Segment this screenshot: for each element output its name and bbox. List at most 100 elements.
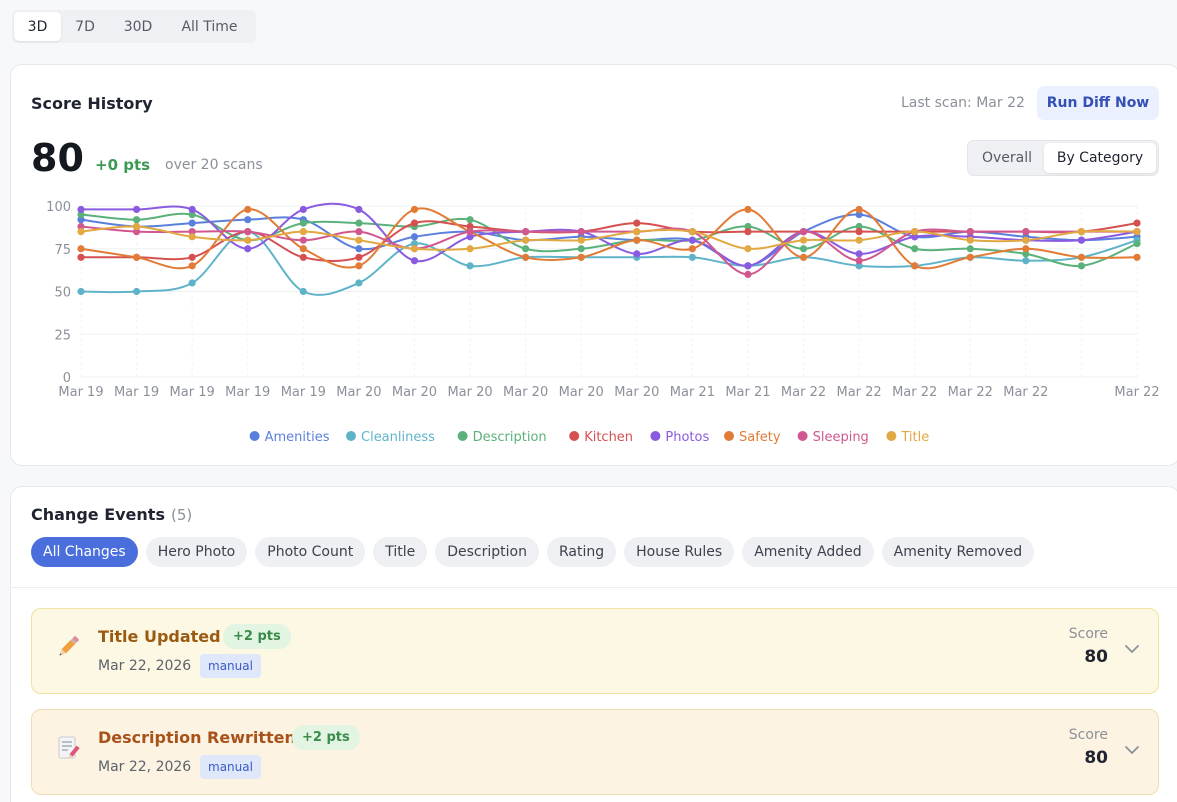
- event-tag: manual: [200, 755, 261, 779]
- data-point-kitchen: [299, 253, 307, 261]
- legend-label-description: Description: [473, 430, 547, 445]
- legend-label-kitchen: Kitchen: [584, 430, 633, 445]
- legend-label-cleanliness: Cleanliness: [361, 430, 435, 445]
- range-tab-3d[interactable]: 3D: [14, 12, 61, 41]
- filter-house-rules[interactable]: House Rules: [624, 537, 735, 567]
- event-score-label: Score: [1068, 727, 1108, 743]
- range-tab-all-time[interactable]: All Time: [167, 12, 252, 41]
- score-history-card: Score History Last scan: Mar 22 Run Diff…: [10, 64, 1177, 466]
- data-point-photos: [744, 262, 752, 270]
- filter-hero-photo[interactable]: Hero Photo: [145, 537, 248, 567]
- data-point-safety: [744, 205, 752, 214]
- data-point-title: [355, 236, 363, 244]
- legend-label-amenities: Amenities: [265, 430, 330, 445]
- data-point-title: [132, 222, 141, 231]
- data-point-description: [911, 245, 919, 253]
- data-point-safety: [1077, 253, 1086, 261]
- data-point-cleanliness: [77, 287, 85, 296]
- x-tick-label: Mar 20: [447, 385, 492, 400]
- pencil-icon: [59, 636, 79, 656]
- y-tick-label: 25: [54, 328, 71, 343]
- data-point-safety: [410, 205, 419, 214]
- data-point-sleeping: [299, 236, 307, 244]
- data-point-kitchen: [77, 253, 85, 261]
- event-points-badge: +2 pts: [292, 725, 360, 750]
- filter-title[interactable]: Title: [373, 537, 428, 567]
- legend-swatch: [724, 431, 734, 441]
- range-tab-30d[interactable]: 30D: [109, 12, 167, 41]
- data-point-photos: [244, 245, 252, 253]
- data-point-safety: [188, 262, 196, 270]
- data-point-photos: [1077, 236, 1086, 244]
- range-tabs: 3D 7D 30D All Time: [12, 10, 256, 43]
- filter-rating[interactable]: Rating: [546, 537, 617, 567]
- legend-label-sleeping: Sleeping: [813, 430, 869, 445]
- legend-swatch: [569, 431, 580, 441]
- x-tick-label: Mar 19: [281, 385, 326, 400]
- legend-label-title: Title: [900, 430, 929, 445]
- x-tick-label: Mar 22: [1003, 385, 1048, 400]
- data-point-sleeping: [355, 228, 363, 236]
- x-tick-label: Mar 19: [225, 385, 270, 400]
- data-point-title: [911, 228, 919, 236]
- data-point-safety: [633, 236, 641, 244]
- data-point-cleanliness: [188, 279, 196, 287]
- x-tick-label: Mar 22: [948, 385, 993, 400]
- legend-swatch: [249, 431, 260, 441]
- data-point-safety: [688, 245, 696, 253]
- filter-description[interactable]: Description: [435, 537, 539, 567]
- event-date: Mar 22, 2026: [98, 658, 192, 674]
- data-point-safety: [522, 253, 530, 261]
- y-tick-label: 75: [54, 243, 71, 258]
- data-point-title: [410, 245, 419, 253]
- data-point-sleeping: [966, 228, 974, 236]
- event-item[interactable]: Description Rewritten +2 pts Mar 22, 202…: [31, 709, 1159, 795]
- data-point-title: [1077, 228, 1086, 236]
- data-point-description: [799, 245, 808, 253]
- y-tick-label: 50: [54, 286, 71, 301]
- filter-all-changes[interactable]: All Changes: [31, 537, 138, 567]
- x-tick-label: Mar 20: [614, 385, 659, 400]
- data-point-title: [188, 233, 196, 241]
- data-point-amenities: [410, 233, 419, 241]
- filter-amenity-removed[interactable]: Amenity Removed: [881, 537, 1035, 567]
- data-point-title: [966, 236, 974, 244]
- data-point-title: [466, 245, 474, 253]
- legend-label-safety: Safety: [739, 430, 781, 445]
- range-tab-7d[interactable]: 7D: [61, 12, 109, 41]
- data-point-safety: [799, 253, 808, 261]
- data-point-cleanliness: [355, 279, 363, 287]
- chevron-down-icon[interactable]: [1122, 740, 1142, 760]
- data-point-description: [299, 219, 307, 227]
- y-tick-label: 100: [46, 200, 71, 215]
- data-point-sleeping: [1022, 228, 1030, 236]
- data-point-safety: [577, 253, 585, 261]
- data-point-amenities: [355, 245, 363, 253]
- filter-amenity-added[interactable]: Amenity Added: [742, 537, 874, 567]
- data-point-title: [299, 228, 307, 236]
- event-tag: manual: [200, 654, 261, 678]
- filter-photo-count[interactable]: Photo Count: [255, 537, 366, 567]
- event-title: Description Rewritten: [98, 728, 296, 747]
- event-item[interactable]: Title Updated +2 pts Mar 22, 2026 manual…: [31, 608, 1159, 694]
- chevron-down-icon[interactable]: [1122, 639, 1142, 659]
- data-point-title: [688, 228, 696, 236]
- data-point-cleanliness: [299, 287, 307, 296]
- data-point-title: [633, 228, 641, 236]
- data-point-photos: [188, 205, 196, 214]
- data-point-safety: [355, 262, 363, 270]
- x-tick-label: Mar 22: [837, 385, 882, 400]
- data-point-title: [244, 236, 252, 244]
- data-point-kitchen: [355, 253, 363, 261]
- data-point-title: [1133, 228, 1141, 236]
- data-point-sleeping: [466, 228, 474, 236]
- data-point-title: [77, 228, 85, 236]
- x-tick-label: Mar 21: [725, 385, 770, 400]
- change-events-title-text: Change Events: [31, 505, 165, 524]
- x-tick-label: Mar 21: [670, 385, 715, 400]
- event-date: Mar 22, 2026: [98, 759, 192, 775]
- x-tick-label: Mar 19: [58, 385, 103, 400]
- data-point-photos: [299, 205, 307, 214]
- data-point-safety: [77, 245, 85, 253]
- data-point-cleanliness: [132, 287, 141, 296]
